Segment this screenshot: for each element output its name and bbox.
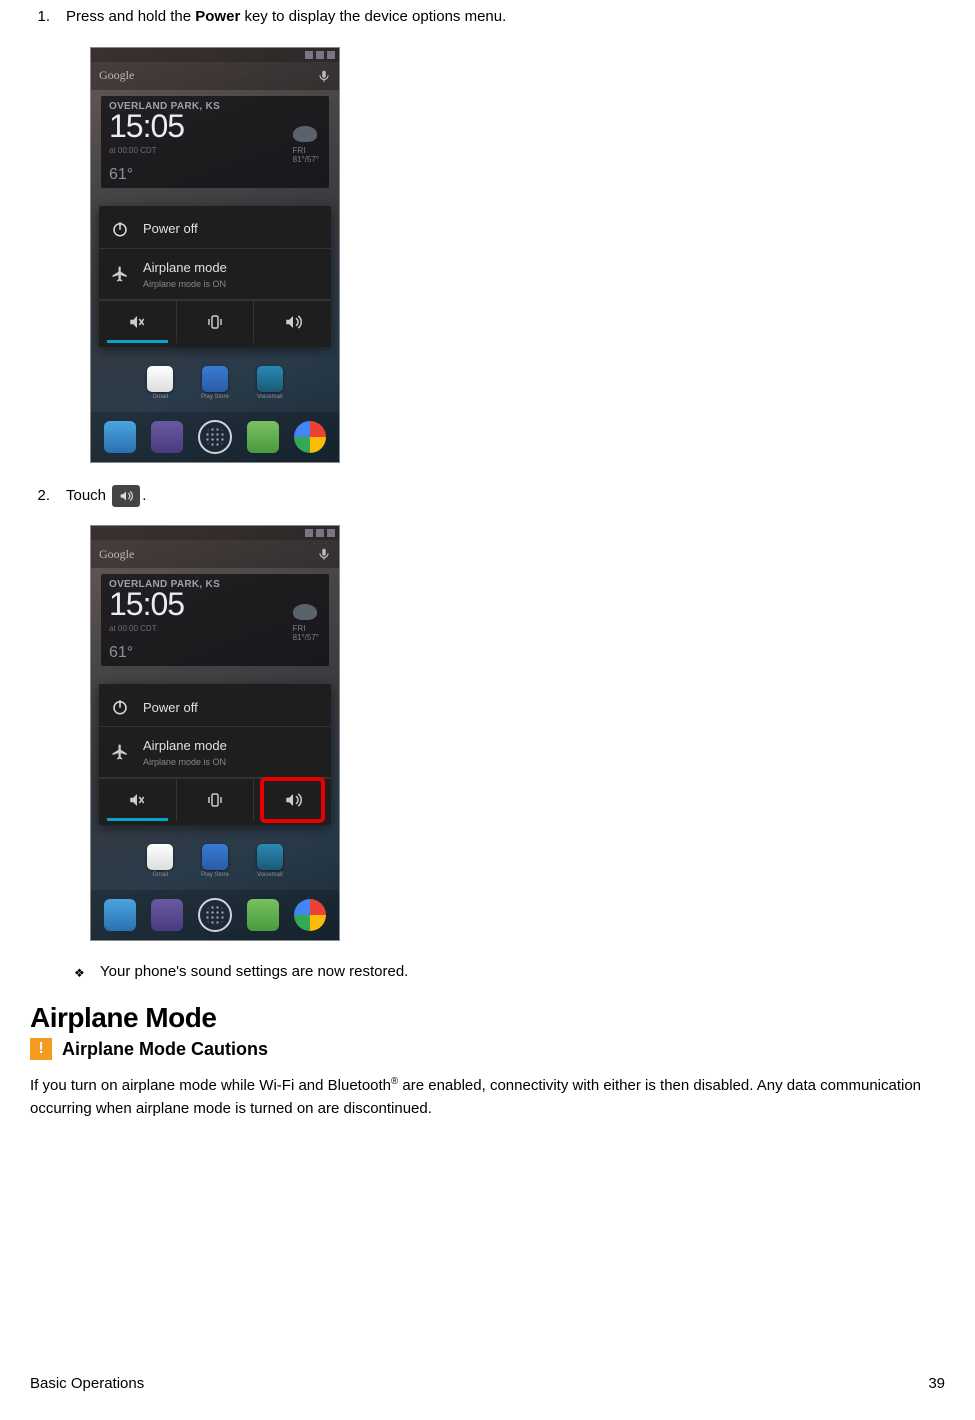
footer-page: 39 <box>928 1375 945 1392</box>
chrome-app-icon <box>294 899 326 931</box>
airplane-icon <box>111 743 129 761</box>
airplane-sub: Airplane mode is ON <box>143 279 227 289</box>
chrome-app-icon <box>294 421 326 453</box>
weather-day: FRI <box>293 146 319 155</box>
phone-app-icon <box>104 899 136 931</box>
vibrate-icon <box>177 779 255 821</box>
page-footer: Basic Operations 39 <box>30 1375 945 1392</box>
power-menu: Power off Airplane mode Airplane mode is… <box>99 206 331 347</box>
sound-icon <box>254 779 331 821</box>
mute-icon <box>99 779 177 821</box>
caution-icon: ! <box>30 1038 52 1060</box>
section-heading: Airplane Mode <box>30 1002 945 1034</box>
step-2: 2. Touch . <box>30 485 945 508</box>
app-row: Gmail Play Store Voicemail <box>91 844 339 878</box>
power-off-label: Power off <box>143 221 198 236</box>
screenshot-1: Google OVERLAND PARK, KS 15:05 at 00:00 … <box>90 47 340 463</box>
mute-icon <box>99 301 177 343</box>
contacts-app-icon <box>151 899 183 931</box>
mic-icon <box>317 547 331 561</box>
caution-label: Airplane Mode Cautions <box>62 1039 268 1060</box>
red-highlight-box <box>260 777 325 823</box>
vibrate-icon <box>177 301 255 343</box>
screenshot-2: Google OVERLAND PARK, KS 15:05 at 00:00 … <box>90 525 340 941</box>
dock <box>91 890 339 940</box>
power-off-row: Power off <box>99 688 331 727</box>
note-text: Your phone's sound settings are now rest… <box>100 963 408 980</box>
power-icon <box>111 698 129 716</box>
weather-time: 15:05 <box>109 110 321 142</box>
apps-drawer-icon <box>198 898 232 932</box>
power-icon <box>111 220 129 238</box>
search-bar: Google <box>91 62 339 90</box>
weather-cloud-icon <box>293 126 317 142</box>
app-row: Gmail Play Store Voicemail <box>91 366 339 400</box>
airplane-label: Airplane mode <box>143 260 227 275</box>
status-bar <box>91 526 339 540</box>
caution-body: If you turn on airplane mode while Wi-Fi… <box>30 1074 945 1121</box>
phone-app-icon <box>104 421 136 453</box>
step-2-text: Touch . <box>66 485 146 508</box>
weather-widget: OVERLAND PARK, KS 15:05 at 00:00 CDT 61°… <box>101 574 329 666</box>
sound-icon <box>254 301 331 343</box>
power-off-row: Power off <box>99 210 331 249</box>
mic-icon <box>317 69 331 83</box>
dock <box>91 412 339 462</box>
weather-sub: at 00:00 CDT <box>109 146 321 155</box>
sound-mode-row <box>99 300 331 343</box>
weather-cloud-icon <box>293 604 317 620</box>
sound-mode-row <box>99 778 331 821</box>
status-bar <box>91 48 339 62</box>
weather-hilo: 81°/57° <box>293 155 319 164</box>
search-label: Google <box>99 547 134 562</box>
weather-widget: OVERLAND PARK, KS 15:05 at 00:00 CDT 61°… <box>101 96 329 188</box>
step-1: 1. Press and hold the Power key to displ… <box>30 6 945 29</box>
search-bar: Google <box>91 540 339 568</box>
apps-drawer-icon <box>198 420 232 454</box>
messaging-app-icon <box>247 899 279 931</box>
sound-on-inline-icon <box>112 485 140 507</box>
footer-section: Basic Operations <box>30 1375 144 1392</box>
step-number: 2. <box>30 485 50 508</box>
bullet-icon: ❖ <box>74 966 86 980</box>
weather-temp: 61° <box>109 166 133 184</box>
result-note: ❖ Your phone's sound settings are now re… <box>74 963 945 980</box>
step-number: 1. <box>30 6 50 29</box>
messaging-app-icon <box>247 421 279 453</box>
step-1-text: Press and hold the Power key to display … <box>66 6 506 29</box>
airplane-icon <box>111 265 129 283</box>
contacts-app-icon <box>151 421 183 453</box>
power-menu: Power off Airplane mode Airplane mode is… <box>99 684 331 825</box>
search-label: Google <box>99 68 134 83</box>
caution-heading: ! Airplane Mode Cautions <box>30 1038 945 1060</box>
airplane-row: Airplane mode Airplane mode is ON <box>99 727 331 778</box>
airplane-row: Airplane mode Airplane mode is ON <box>99 249 331 300</box>
